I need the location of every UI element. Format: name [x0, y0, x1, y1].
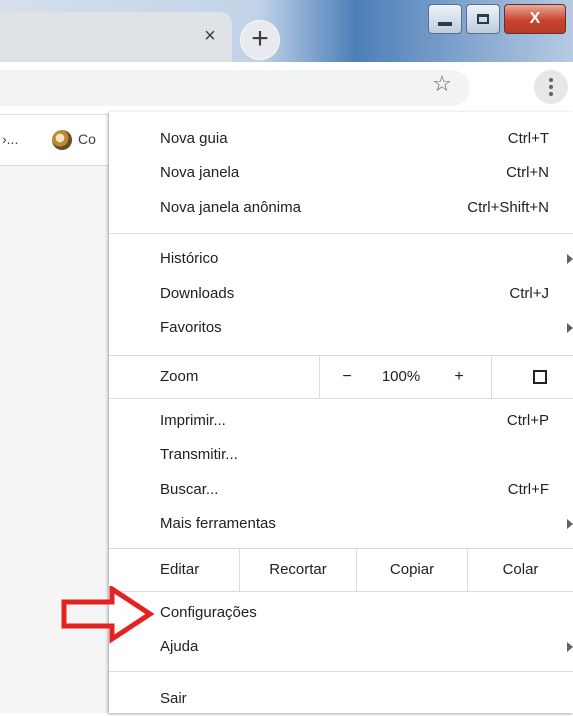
- menu-item-label: Imprimir...: [160, 412, 226, 429]
- menu-item-downloads[interactable]: Downloads Ctrl+J: [109, 277, 573, 311]
- maximize-icon: [477, 14, 489, 24]
- fullscreen-icon[interactable]: [533, 370, 547, 384]
- menu-item-label: Configurações: [160, 604, 257, 621]
- menu-item-label: Nova guia: [160, 130, 228, 147]
- paste-button[interactable]: Colar: [468, 549, 573, 591]
- menu-item-new-tab[interactable]: Nova guia Ctrl+T: [109, 122, 573, 156]
- menu-item-shortcut: Ctrl+F: [507, 481, 549, 498]
- zoom-level: 100%: [381, 368, 421, 385]
- address-bar[interactable]: [0, 70, 470, 106]
- chrome-menu-button[interactable]: [534, 70, 568, 104]
- menu-item-shortcut: Ctrl+N: [506, 164, 549, 181]
- edit-label: Editar: [160, 561, 200, 578]
- minimize-button[interactable]: [428, 4, 462, 34]
- menu-item-shortcut: Ctrl+J: [509, 285, 549, 302]
- maximize-button[interactable]: [466, 4, 500, 34]
- menu-divider: [109, 591, 573, 592]
- bookmark-star-icon[interactable]: ☆: [428, 70, 456, 98]
- menu-dot-icon: [549, 78, 553, 82]
- close-tab-icon[interactable]: ×: [200, 26, 220, 46]
- browser-tab[interactable]: ×: [0, 12, 232, 62]
- chrome-main-menu: Nova guia Ctrl+T Nova janela Ctrl+N Nova…: [109, 112, 573, 713]
- menu-item-cast[interactable]: Transmitir...: [109, 438, 573, 472]
- zoom-out-button[interactable]: −: [339, 356, 355, 398]
- menu-item-bookmarks[interactable]: Favoritos: [109, 311, 573, 345]
- bookmark-item-label[interactable]: Co: [78, 131, 96, 147]
- edit-row: Editar Recortar Copiar Colar: [109, 549, 573, 591]
- menu-item-shortcut: Ctrl+T: [507, 130, 549, 147]
- minimize-icon: [438, 22, 452, 26]
- menu-item-label: Buscar...: [160, 481, 219, 498]
- red-arrow-annotation-icon: [61, 586, 154, 644]
- menu-item-settings[interactable]: Configurações: [109, 596, 573, 630]
- menu-divider: [109, 233, 573, 234]
- menu-item-shortcut: Ctrl+P: [506, 412, 549, 429]
- menu-dot-icon: [549, 92, 553, 96]
- menu-item-label: Ajuda: [160, 638, 199, 655]
- menu-item-label: Histórico: [160, 250, 219, 267]
- zoom-row: Zoom − 100% +: [109, 356, 573, 398]
- menu-item-label: Mais ferramentas: [160, 515, 276, 532]
- submenu-arrow-icon: [567, 519, 573, 529]
- menu-item-help[interactable]: Ajuda: [109, 630, 573, 664]
- menu-item-label: Transmitir...: [160, 446, 238, 463]
- submenu-arrow-icon: [567, 642, 573, 652]
- browser-toolbar: ☆: [0, 62, 573, 115]
- menu-item-label: Nova janela anônima: [160, 199, 301, 216]
- menu-item-exit[interactable]: Sair: [109, 682, 573, 716]
- new-tab-button[interactable]: +: [240, 20, 280, 60]
- menu-item-history[interactable]: Histórico: [109, 242, 573, 276]
- copy-button[interactable]: Copiar: [357, 549, 467, 591]
- menu-item-label: Nova janela: [160, 164, 240, 181]
- zoom-divider: [491, 356, 492, 398]
- menu-divider: [109, 671, 573, 672]
- cut-button[interactable]: Recortar: [240, 549, 356, 591]
- menu-item-new-window[interactable]: Nova janela Ctrl+N: [109, 156, 573, 190]
- menu-dot-icon: [549, 85, 553, 89]
- zoom-divider: [319, 356, 320, 398]
- menu-item-label: Downloads: [160, 285, 235, 302]
- bookmark-item-truncated[interactable]: ›...: [2, 131, 18, 147]
- menu-item-incognito-window[interactable]: Nova janela anônima Ctrl+Shift+N: [109, 191, 573, 225]
- menu-item-label: Favoritos: [160, 319, 222, 336]
- submenu-arrow-icon: [567, 323, 573, 333]
- zoom-label: Zoom: [160, 368, 199, 385]
- menu-item-shortcut: Ctrl+Shift+N: [467, 199, 549, 216]
- menu-item-find[interactable]: Buscar... Ctrl+F: [109, 473, 573, 507]
- menu-divider: [109, 398, 573, 399]
- bookmark-favicon-icon: [52, 130, 72, 150]
- zoom-in-button[interactable]: +: [451, 356, 467, 398]
- menu-item-label: Sair: [160, 690, 187, 707]
- close-window-button[interactable]: X: [504, 4, 566, 34]
- title-bar: × + X: [0, 0, 573, 62]
- submenu-arrow-icon: [567, 254, 573, 264]
- menu-item-more-tools[interactable]: Mais ferramentas: [109, 507, 573, 541]
- menu-item-print[interactable]: Imprimir... Ctrl+P: [109, 404, 573, 438]
